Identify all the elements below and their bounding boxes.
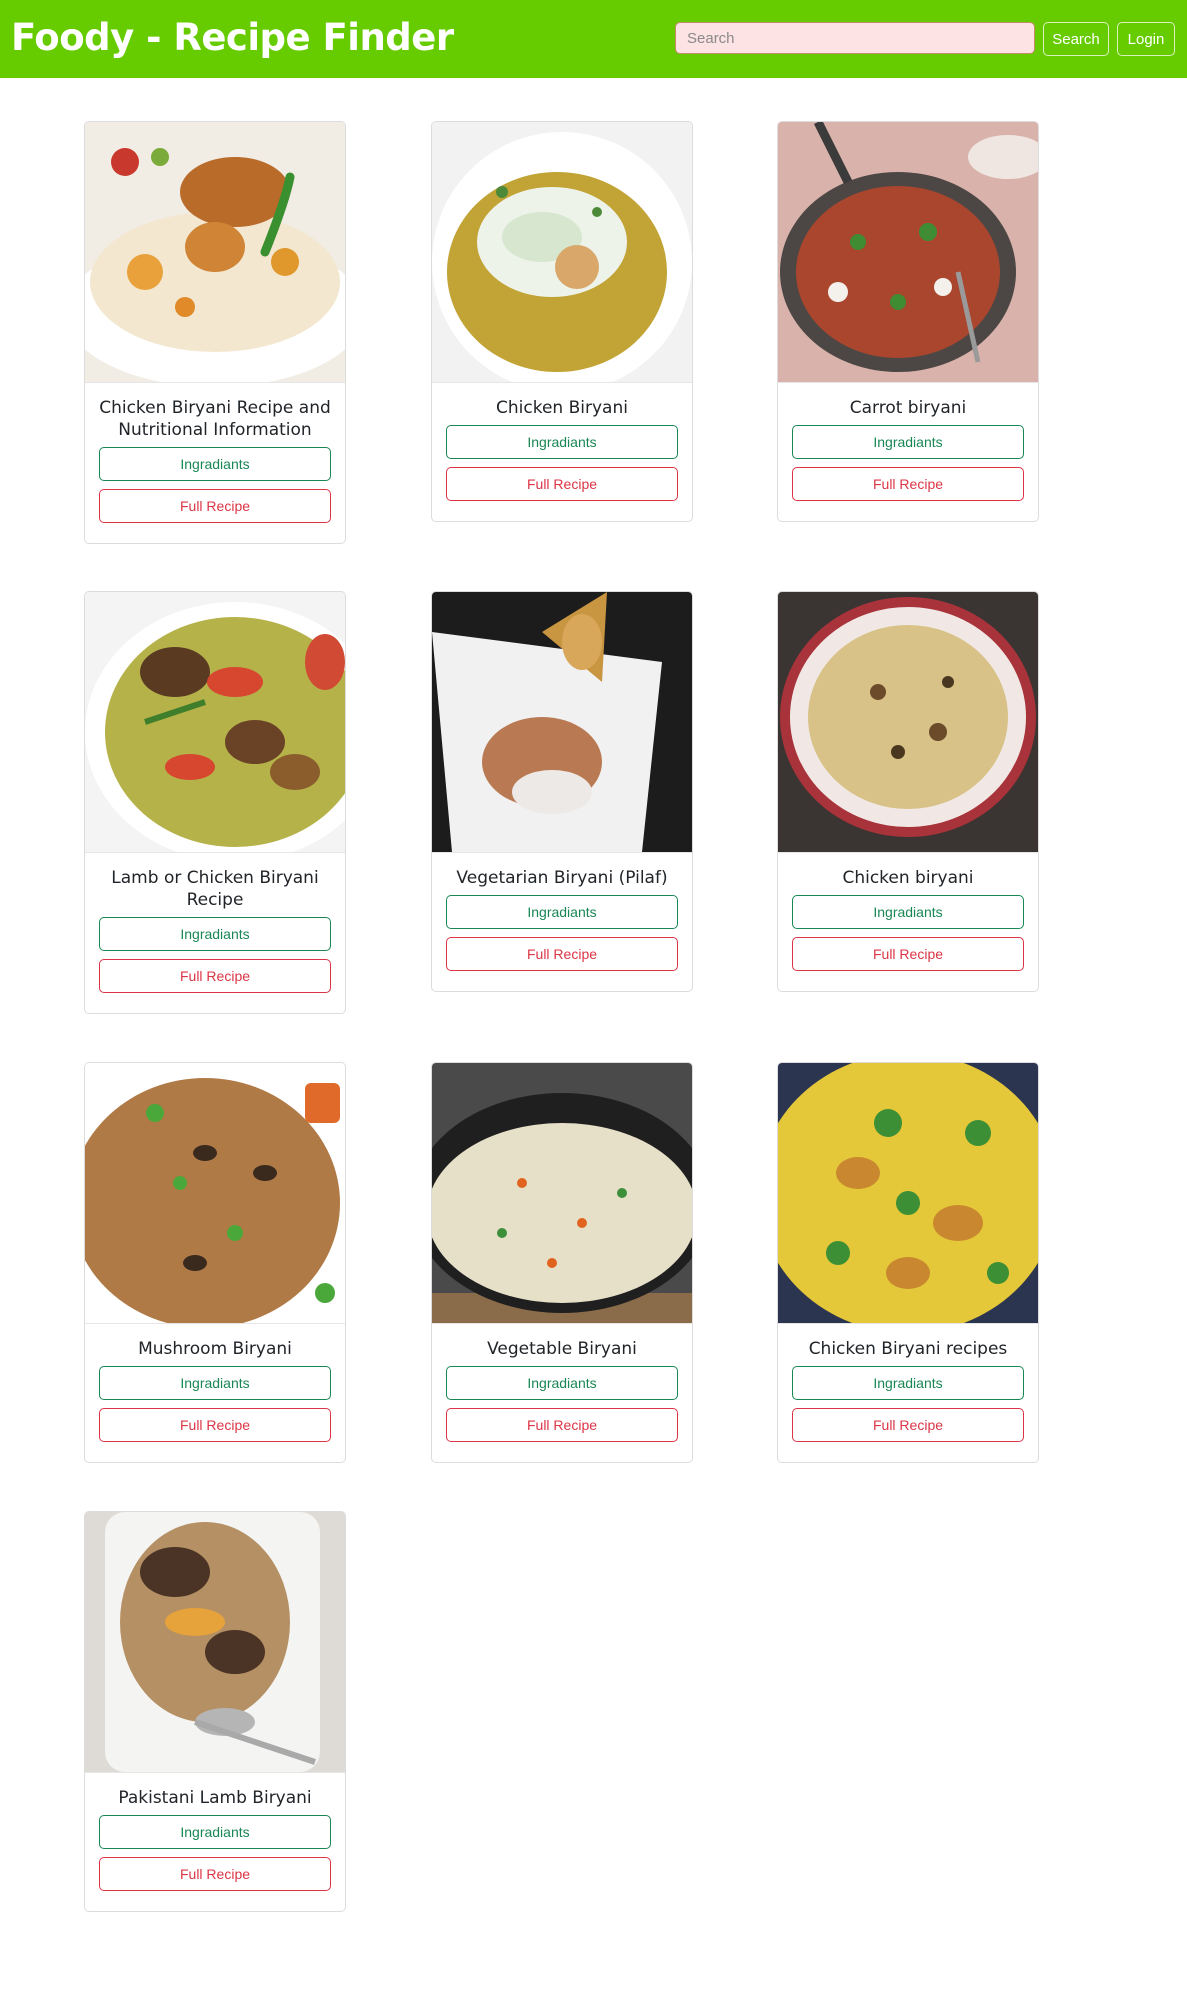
navbar: Foody - Recipe Finder Search Login — [0, 0, 1187, 78]
recipe-image — [85, 1512, 345, 1773]
search-input[interactable] — [675, 22, 1035, 54]
full-recipe-button[interactable]: Full Recipe — [446, 937, 678, 971]
recipe-title: Mushroom Biryani — [138, 1339, 292, 1359]
recipe-image — [432, 1063, 692, 1324]
login-button[interactable]: Login — [1117, 22, 1175, 56]
recipe-image — [85, 592, 345, 853]
ingredients-button[interactable]: Ingradiants — [792, 895, 1024, 929]
ingredients-button[interactable]: Ingradiants — [99, 447, 331, 481]
recipe-image — [85, 1063, 345, 1324]
full-recipe-button[interactable]: Full Recipe — [99, 1408, 331, 1442]
card-body: Vegetarian Biryani (Pilaf) Ingradiants F… — [432, 853, 692, 991]
recipe-title: Vegetarian Biryani (Pilaf) — [456, 868, 668, 888]
full-recipe-button[interactable]: Full Recipe — [446, 467, 678, 501]
full-recipe-button[interactable]: Full Recipe — [99, 489, 331, 523]
full-recipe-button[interactable]: Full Recipe — [446, 1408, 678, 1442]
card-body: Chicken Biryani Recipe and Nutritional I… — [85, 383, 345, 543]
recipe-card: Chicken biryani Ingradiants Full Recipe — [777, 591, 1039, 992]
full-recipe-button[interactable]: Full Recipe — [792, 467, 1024, 501]
ingredients-button[interactable]: Ingradiants — [446, 895, 678, 929]
recipe-image — [778, 592, 1038, 853]
card-body: Chicken Biryani recipes Ingradiants Full… — [778, 1324, 1038, 1462]
recipe-card: Mushroom Biryani Ingradiants Full Recipe — [84, 1062, 346, 1463]
recipe-card: Lamb or Chicken Biryani Recipe Ingradian… — [84, 591, 346, 1014]
recipe-card: Chicken Biryani Ingradiants Full Recipe — [431, 121, 693, 522]
card-body: Pakistani Lamb Biryani Ingradiants Full … — [85, 1773, 345, 1911]
card-body: Vegetable Biryani Ingradiants Full Recip… — [432, 1324, 692, 1462]
recipe-card: Vegetable Biryani Ingradiants Full Recip… — [431, 1062, 693, 1463]
recipe-image — [432, 592, 692, 853]
card-body: Chicken Biryani Ingradiants Full Recipe — [432, 383, 692, 521]
recipe-title: Lamb or Chicken Biryani Recipe — [111, 868, 319, 910]
ingredients-button[interactable]: Ingradiants — [446, 1366, 678, 1400]
card-body: Lamb or Chicken Biryani Recipe Ingradian… — [85, 853, 345, 1013]
recipe-image — [432, 122, 692, 383]
card-body: Mushroom Biryani Ingradiants Full Recipe — [85, 1324, 345, 1462]
recipe-title: Pakistani Lamb Biryani — [118, 1788, 312, 1808]
recipe-title: Chicken Biryani Recipe and Nutritional I… — [99, 398, 331, 440]
recipe-title: Chicken Biryani — [496, 398, 628, 418]
full-recipe-button[interactable]: Full Recipe — [792, 1408, 1024, 1442]
recipe-card: Carrot biryani Ingradiants Full Recipe — [777, 121, 1039, 522]
card-body: Carrot biryani Ingradiants Full Recipe — [778, 383, 1038, 521]
recipe-image — [778, 122, 1038, 383]
recipe-title: Carrot biryani — [849, 398, 967, 418]
ingredients-button[interactable]: Ingradiants — [446, 425, 678, 459]
ingredients-button[interactable]: Ingradiants — [792, 1366, 1024, 1400]
recipe-card: Chicken Biryani recipes Ingradiants Full… — [777, 1062, 1039, 1463]
card-body: Chicken biryani Ingradiants Full Recipe — [778, 853, 1038, 991]
ingredients-button[interactable]: Ingradiants — [99, 1815, 331, 1849]
recipe-image — [778, 1063, 1038, 1324]
recipe-card: Vegetarian Biryani (Pilaf) Ingradiants F… — [431, 591, 693, 992]
brand-title[interactable]: Foody - Recipe Finder — [11, 14, 454, 62]
recipe-title: Vegetable Biryani — [487, 1339, 637, 1359]
recipe-title: Chicken biryani — [842, 868, 974, 888]
recipe-title: Chicken Biryani recipes — [808, 1339, 1008, 1359]
ingredients-button[interactable]: Ingradiants — [792, 425, 1024, 459]
ingredients-button[interactable]: Ingradiants — [99, 917, 331, 951]
recipe-card: Pakistani Lamb Biryani Ingradiants Full … — [84, 1511, 346, 1912]
full-recipe-button[interactable]: Full Recipe — [792, 937, 1024, 971]
full-recipe-button[interactable]: Full Recipe — [99, 1857, 331, 1891]
recipe-card: Chicken Biryani Recipe and Nutritional I… — [84, 121, 346, 544]
recipe-image — [85, 122, 345, 383]
full-recipe-button[interactable]: Full Recipe — [99, 959, 331, 993]
search-button[interactable]: Search — [1043, 22, 1109, 56]
ingredients-button[interactable]: Ingradiants — [99, 1366, 331, 1400]
